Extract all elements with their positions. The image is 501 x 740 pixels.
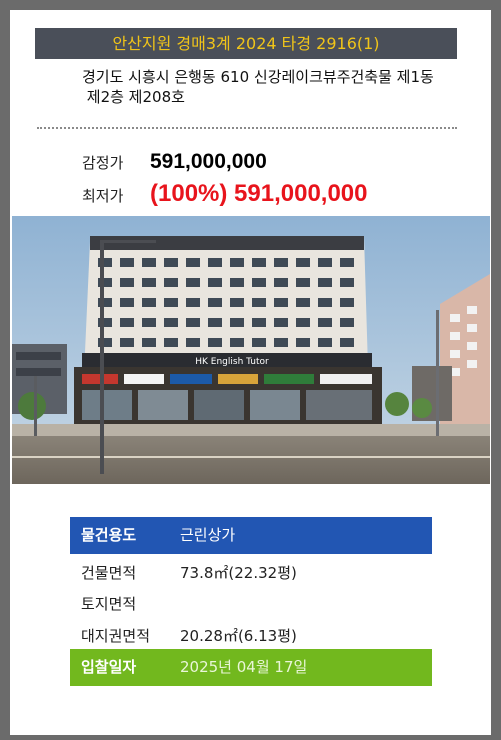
usage-row: 물건용도 근린상가 [70,517,432,554]
case-title: 안산지원 경매3계 2024 타경 2916(1) [35,28,457,59]
bid-date-label: 입찰일자 [81,658,137,676]
appraisal-value: 591,000,000 [150,150,267,173]
property-photo: HK English Tutor [12,216,490,484]
listing-card: 안산지원 경매3계 2024 타경 2916(1) 경기도 시흥시 은행동 61… [0,0,501,740]
appraisal-label: 감정가 [82,154,124,172]
usage-value: 근린상가 [180,526,236,544]
minimum-label: 최저가 [82,187,124,205]
address-line-1: 경기도 시흥시 은행동 610 신강레이크뷰주건축물 제1동 [82,68,434,86]
usage-label: 물건용도 [81,526,137,544]
minimum-value: (100%) 591,000,000 [150,180,368,207]
bid-date-row: 입찰일자 2025년 04월 17일 [70,649,432,686]
minimum-price-row: 최저가 (100%) 591,000,000 [82,180,368,208]
building-signage: HK English Tutor [195,357,269,367]
bid-date-value: 2025년 04월 17일 [180,658,308,676]
property-address: 경기도 시흥시 은행동 610 신강레이크뷰주건축물 제1동 제2층 제208호 [82,67,462,107]
appraisal-price-row: 감정가 591,000,000 [82,150,267,174]
dotted-divider [37,127,457,129]
address-line-2: 제2층 제208호 [82,88,185,106]
